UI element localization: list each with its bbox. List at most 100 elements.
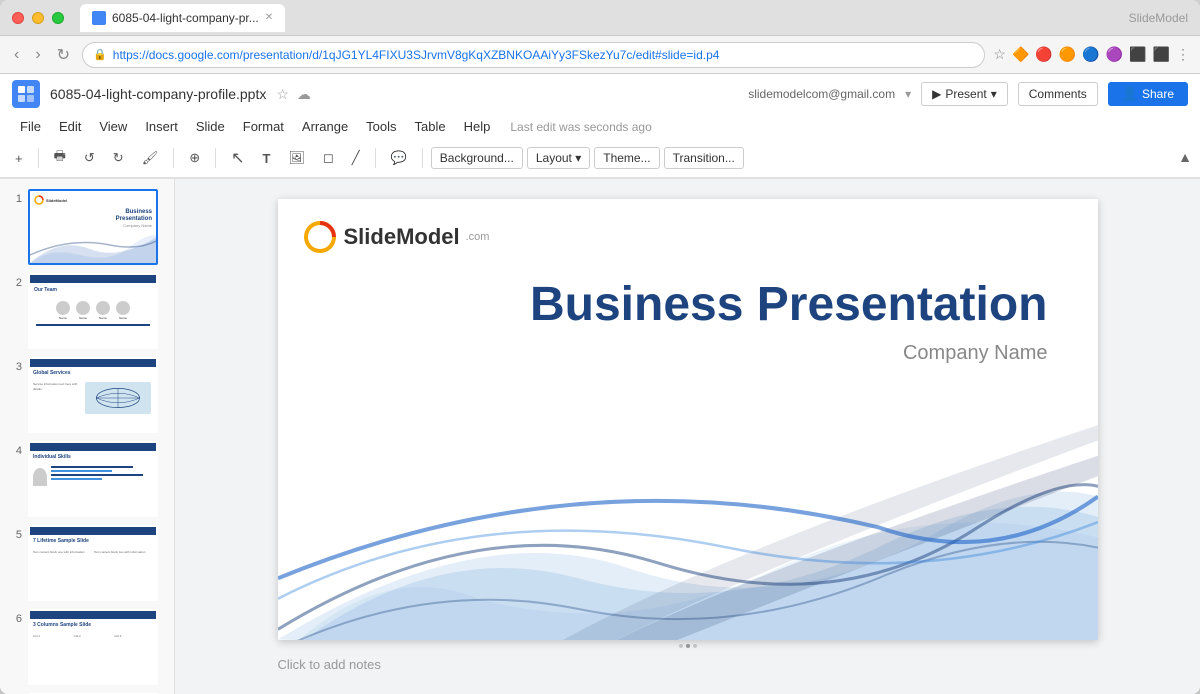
app-titlebar: 6085-04-light-company-profile.pptx ☆ ☁ s… [0,74,1200,114]
minimize-button[interactable] [32,12,44,24]
theme-button[interactable]: Theme... [594,147,659,169]
browser-window: 6085-04-light-company-pr... ✕ SlideModel… [0,0,1200,694]
menu-help[interactable]: Help [456,116,499,137]
maximize-button[interactable] [52,12,64,24]
present-dropdown-icon[interactable]: ▾ [991,87,997,101]
bookmark-icon[interactable]: ☆ [993,46,1006,63]
menu-bar: File Edit View Insert Slide Format Arran… [0,114,1200,139]
toolbar-sep-5 [422,148,423,168]
app-content: 6085-04-light-company-profile.pptx ☆ ☁ s… [0,74,1200,694]
refresh-button[interactable]: ↻ [53,43,74,67]
slide-num-3: 3 [8,361,22,373]
extension2-icon[interactable]: 🔴 [1035,46,1052,63]
toolbar-sep-2 [173,148,174,168]
present-play-icon: ▶ [932,87,941,101]
extension1-icon[interactable]: 🔶 [1012,46,1029,63]
extension7-icon[interactable]: ⬛ [1153,46,1170,63]
shape-tool[interactable]: ◻ [316,146,341,170]
app-filename: 6085-04-light-company-profile.pptx [50,86,266,102]
browser-tab[interactable]: 6085-04-light-company-pr... ✕ [80,4,285,32]
slide-thumb-3[interactable]: 3 Global Services Service information te… [6,355,168,435]
slide-thumb-1[interactable]: 1 SlideModel Business Presentation [6,187,168,267]
slide-img-2: Our Team Name Name Name Name [28,273,158,349]
browser-titlebar: 6085-04-light-company-pr... ✕ SlideModel [0,0,1200,36]
menu-file[interactable]: File [12,116,49,137]
slide-img-3: Global Services Service information text… [28,357,158,433]
comments-button[interactable]: Comments [1018,82,1098,106]
app-header-right: slidemodelcom@gmail.com ▾ ▶ Present ▾ Co… [748,82,1188,106]
menu-tools[interactable]: Tools [358,116,404,137]
lock-icon: 🔒 [93,48,107,61]
transition-button[interactable]: Transition... [664,147,744,169]
settings-icon[interactable]: ⋮ [1176,46,1190,63]
slide-logo-com: .com [466,231,490,243]
menu-slide[interactable]: Slide [188,116,233,137]
menu-view[interactable]: View [91,116,135,137]
tab-favicon [92,11,106,25]
present-button[interactable]: ▶ Present ▾ [921,82,1008,106]
tab-close-button[interactable]: ✕ [265,12,273,23]
layout-button[interactable]: Layout ▾ [527,147,590,169]
menu-edit[interactable]: Edit [51,116,89,137]
menu-arrange[interactable]: Arrange [294,116,356,137]
slide-thumb-5[interactable]: 5 7 Lifetime Sample Slide Text content b… [6,523,168,603]
zoom-menu-button[interactable]: + [8,147,30,170]
notes-placeholder[interactable]: Click to add notes [278,649,381,680]
collapse-toolbar-button[interactable]: ▲ [1178,149,1192,165]
slide-num-5: 5 [8,529,22,541]
image-tool[interactable]: 🖼 [281,146,312,170]
slide-title: Business Presentation [530,279,1048,332]
extension4-icon[interactable]: 🔵 [1082,46,1099,63]
extension5-icon[interactable]: 🟣 [1106,46,1123,63]
forward-button[interactable]: › [31,44,44,66]
user-email: slidemodelcom@gmail.com [748,87,895,101]
app-header: 6085-04-light-company-profile.pptx ☆ ☁ s… [0,74,1200,179]
extension6-icon[interactable]: ⬛ [1129,46,1146,63]
slide-thumb-4[interactable]: 4 Individual Skills [6,439,168,519]
text-tool[interactable]: T [256,147,278,170]
zoom-level-button[interactable]: ⊕ [182,146,207,170]
slide-img-6: 3 Columns Sample Slide Col 1 Col 2 Col 3 [28,609,158,685]
paint-format-button[interactable]: 🖌 [135,146,166,170]
toolbar: + 🖶 ↺ ↻ 🖌 ⊕ ↖ T 🖼 ◻ ╱ 💬 Background... La… [0,139,1200,178]
extension3-icon[interactable]: 🟠 [1059,46,1076,63]
user-dropdown-icon[interactable]: ▾ [905,87,911,101]
slide-logo: SlideModel .com [302,219,490,255]
menu-insert[interactable]: Insert [137,116,186,137]
slide-main: SlideModel .com Business Presentation Com… [278,199,1098,640]
print-button[interactable]: 🖶 [47,143,73,173]
toolbar-sep-1 [38,148,39,168]
slide-title-area: Business Presentation Company Name [530,279,1048,365]
menu-format[interactable]: Format [235,116,292,137]
slide-num-6: 6 [8,613,22,625]
select-tool[interactable]: ↖ [224,144,251,172]
address-bar[interactable]: 🔒 https://docs.google.com/presentation/d… [82,42,985,68]
slide-panel: 1 SlideModel Business Presentation [0,179,175,694]
last-edit-status: Last edit was seconds ago [510,120,651,134]
slide-thumb-6[interactable]: 6 3 Columns Sample Slide Col 1 Col 2 Col… [6,607,168,687]
cloud-icon[interactable]: ☁ [297,86,311,103]
star-icon[interactable]: ☆ [276,86,289,103]
browser-brand: SlideModel [1129,11,1188,25]
slide-img-5: 7 Lifetime Sample Slide Text content blo… [28,525,158,601]
menu-table[interactable]: Table [407,116,454,137]
slide-canvas-area[interactable]: SlideModel .com Business Presentation Com… [175,179,1200,694]
comment-tool[interactable]: 💬 [384,146,414,170]
close-button[interactable] [12,12,24,24]
share-button[interactable]: 👤 Share [1108,82,1188,106]
share-person-icon: 👤 [1122,86,1138,102]
undo-button[interactable]: ↺ [77,146,102,170]
url-text: https://docs.google.com/presentation/d/1… [113,48,975,62]
slide-num-1: 1 [8,193,22,205]
background-button[interactable]: Background... [431,147,523,169]
back-button[interactable]: ‹ [10,44,23,66]
main-area: 1 SlideModel Business Presentation [0,179,1200,694]
notes-bar: Click to add notes [278,656,1098,674]
slide-num-4: 4 [8,445,22,457]
slide-thumb-2[interactable]: 2 Our Team Name Name Name Name [6,271,168,351]
line-tool[interactable]: ╱ [345,146,367,170]
slide-logo-text: SlideModel [344,224,460,250]
app-title-icons: ☆ ☁ [276,86,311,103]
nav-icons: ☆ 🔶 🔴 🟠 🔵 🟣 ⬛ ⬛ ⋮ [993,46,1190,63]
redo-button[interactable]: ↻ [106,146,131,170]
